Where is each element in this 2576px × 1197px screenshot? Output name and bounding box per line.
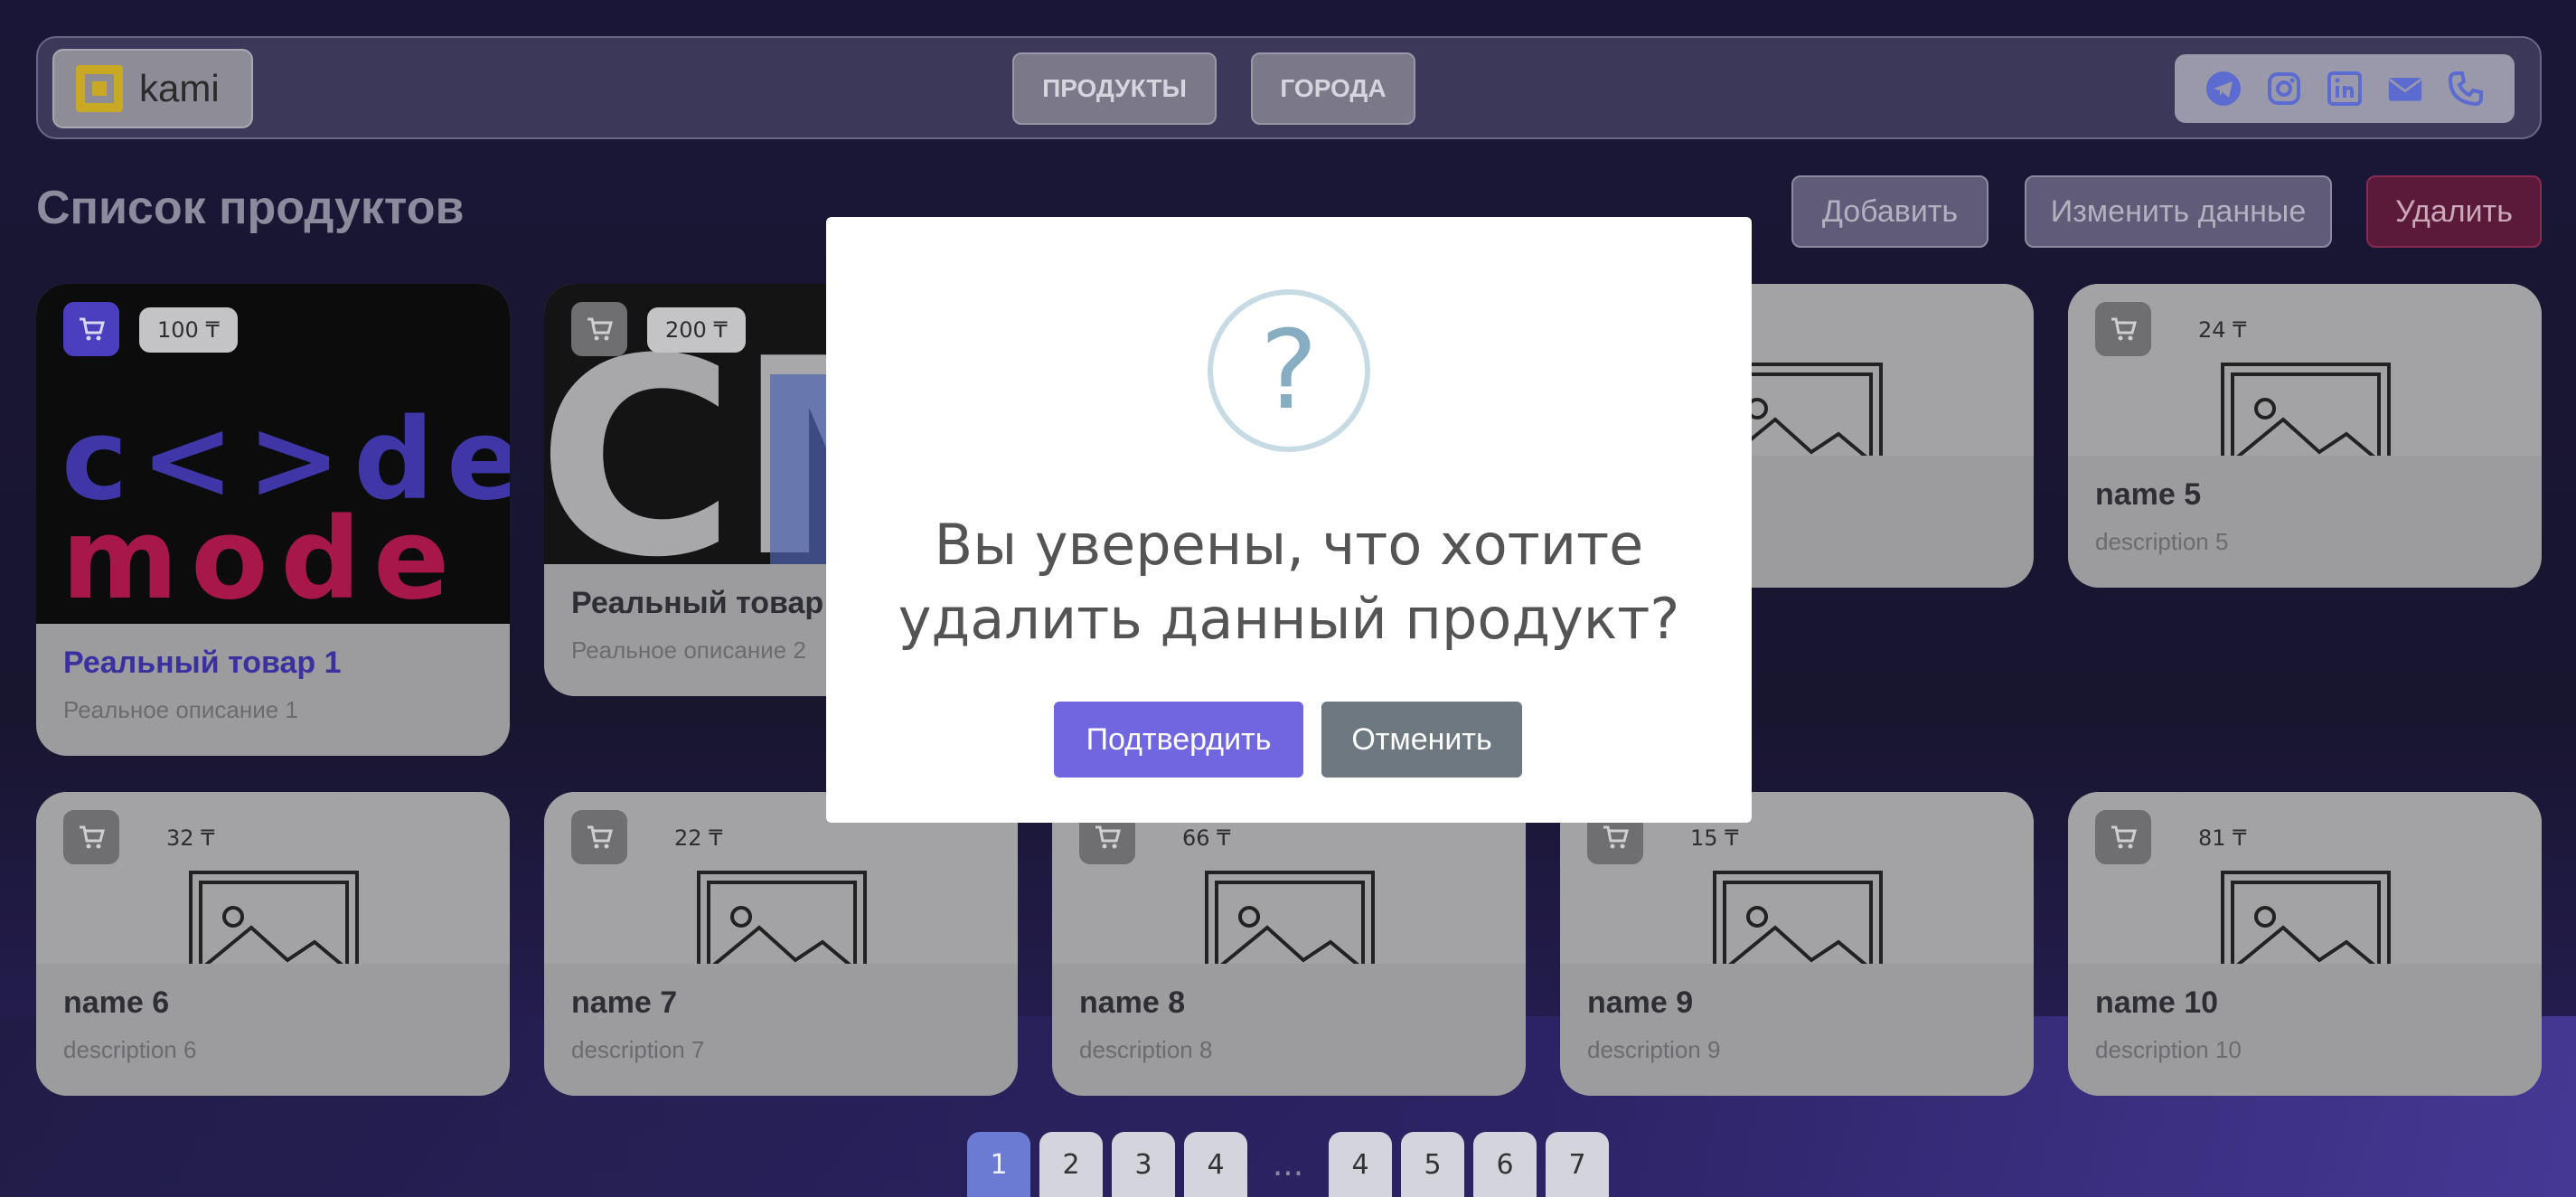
dialog-title: Вы уверены, что хотите удалить данный пр… bbox=[898, 512, 1680, 652]
confirm-button[interactable]: Подтвердить bbox=[1054, 702, 1303, 778]
question-icon: ? bbox=[1208, 289, 1370, 452]
cancel-button[interactable]: Отменить bbox=[1321, 702, 1522, 778]
confirm-delete-dialog: ? Вы уверены, что хотите удалить данный … bbox=[826, 217, 1752, 823]
